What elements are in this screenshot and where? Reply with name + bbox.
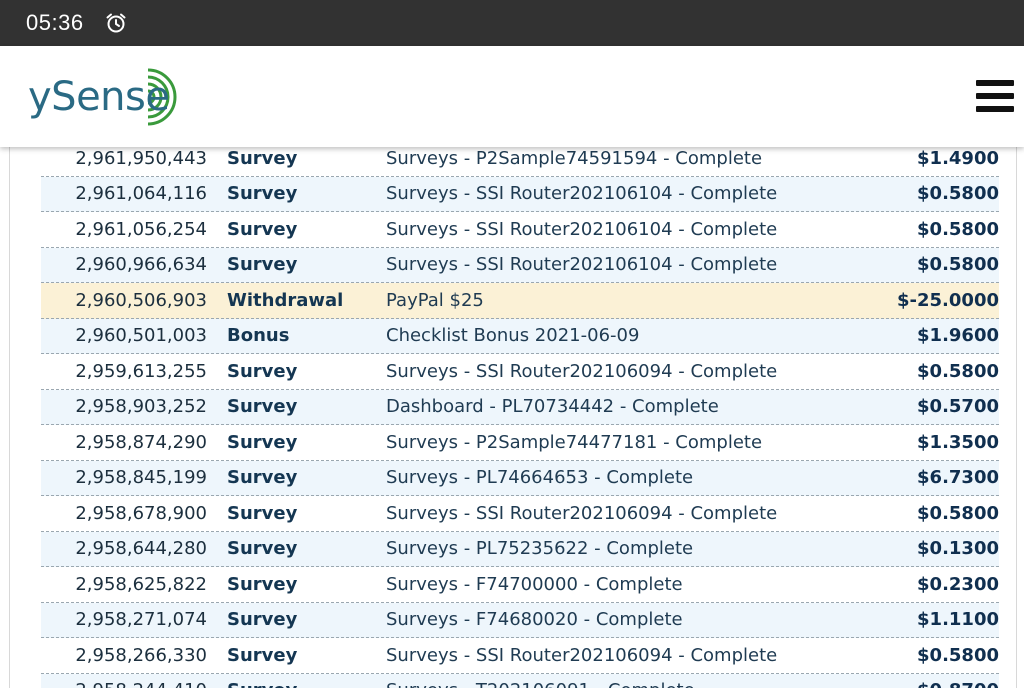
transaction-description: Surveys - F74680020 - Complete [386, 609, 683, 631]
transaction-type: Survey [227, 538, 298, 560]
transaction-type: Survey [227, 609, 298, 631]
transaction-amount: $6.7300 [917, 467, 999, 489]
transaction-amount: $0.5800 [917, 254, 999, 276]
transactions-table: 2,961,950,443 Survey Surveys - P2Sample745… [41, 147, 999, 688]
transaction-id: 2,958,266,330 [75, 644, 207, 666]
transaction-description: Surveys - SSI Router202106094 - Complete [386, 360, 778, 382]
transaction-id: 2,958,678,900 [75, 502, 207, 524]
transaction-type: Survey [227, 573, 298, 595]
table-row: 2,960,966,634 Survey Surveys - SSI Router2… [41, 247, 999, 283]
table-row: 2,958,625,822 Survey Surveys - F74700000 -… [41, 567, 999, 603]
table-row: 2,961,950,443 Survey Surveys - P2Sample745… [41, 147, 999, 177]
transaction-description: Surveys - T202106091 - Complete [386, 680, 839, 688]
transaction-amount: $0.5800 [917, 502, 999, 524]
table-row: 2,960,506,903 Withdrawal PayPal $25 $-25.00… [41, 283, 999, 319]
transaction-id: 2,961,064,116 [75, 183, 207, 205]
transaction-amount: $0.8700 [839, 680, 999, 688]
transaction-amount: $0.5800 [917, 644, 999, 666]
transaction-description: Dashboard - PL70734442 - Complete [386, 396, 719, 418]
transaction-amount: $1.4900 [917, 147, 999, 169]
transaction-type: Survey [227, 644, 298, 666]
transaction-description: Surveys - PL74664653 - Complete [386, 467, 694, 489]
table-row: 2,958,644,280 Survey Surveys - PL75235622 … [41, 531, 999, 567]
transaction-type: Withdrawal [227, 289, 344, 311]
table-row: 2,958,244,410SurveySurveys - T202106091 … [41, 673, 999, 688]
transaction-type: Bonus [227, 325, 290, 347]
transaction-amount: $0.5800 [917, 360, 999, 382]
transaction-amount: $0.5800 [917, 183, 999, 205]
status-time: 05:36 [26, 10, 84, 35]
transactions-panel[interactable]: 2,961,950,443 Survey Surveys - P2Sample745… [9, 147, 1017, 688]
transaction-description: Surveys - SSI Router202106104 - Complete [386, 218, 778, 240]
table-row: 2,958,266,330 Survey Surveys - SSI Router2… [41, 638, 999, 674]
transaction-amount: $0.5700 [917, 396, 999, 418]
transaction-amount: $1.1100 [917, 609, 999, 631]
transaction-description: Surveys - F74700000 - Complete [386, 573, 683, 595]
transaction-type: Survey [227, 467, 298, 489]
transaction-id: 2,961,950,443 [75, 147, 207, 169]
transaction-id: 2,958,874,290 [75, 431, 207, 453]
site-header: ySense [0, 46, 1024, 147]
transaction-type: Survey [227, 396, 298, 418]
transaction-description: Surveys - PL75235622 - Complete [386, 538, 694, 560]
transaction-description: Surveys - SSI Router202106094 - Complete [386, 502, 778, 524]
transaction-id: 2,960,966,634 [75, 254, 207, 276]
transaction-type: Survey [227, 218, 298, 240]
transaction-type: Survey [227, 360, 298, 382]
table-row: 2,961,056,254 Survey Surveys - SSI Router2… [41, 212, 999, 248]
transaction-type: Survey [227, 502, 298, 524]
transaction-id: 2,958,903,252 [75, 396, 207, 418]
table-row: 2,961,064,116 Survey Surveys - SSI Router2… [41, 176, 999, 212]
table-row: 2,958,271,074 Survey Surveys - F74680020 -… [41, 602, 999, 638]
table-row: 2,958,903,252 Survey Dashboard - PL7073444… [41, 389, 999, 425]
transaction-description: PayPal $25 [386, 289, 484, 311]
logo-text: ySense [28, 74, 170, 120]
transaction-description: Surveys - SSI Router202106104 - Complete [386, 183, 778, 205]
transaction-type: Survey [227, 147, 298, 169]
table-row: 2,959,613,255 Survey Surveys - SSI Router2… [41, 354, 999, 390]
transaction-description: Surveys - P2Sample74477181 - Complete [386, 431, 763, 453]
transaction-type: Survey [227, 254, 298, 276]
table-row: 2,958,845,199 Survey Surveys - PL74664653 … [41, 460, 999, 496]
transaction-amount: $-25.0000 [897, 289, 999, 311]
transaction-id: 2,958,845,199 [75, 467, 207, 489]
transaction-description: Surveys - SSI Router202106104 - Complete [386, 254, 778, 276]
transaction-amount: $1.3500 [917, 431, 999, 453]
transaction-id: 2,959,613,255 [75, 360, 207, 382]
hamburger-menu-icon[interactable] [976, 80, 1014, 112]
transaction-description: Surveys - P2Sample74591594 - Complete [386, 147, 763, 169]
transaction-id: 2,960,506,903 [75, 289, 207, 311]
transaction-id: 2,960,501,003 [75, 325, 207, 347]
transaction-description: Checklist Bonus 2021-06-09 [386, 325, 640, 347]
transaction-id: 2,958,644,280 [75, 538, 207, 560]
transaction-amount: $0.2300 [917, 573, 999, 595]
transaction-id: 2,958,625,822 [75, 573, 207, 595]
transaction-description: Surveys - SSI Router202106094 - Complete [386, 644, 778, 666]
status-bar: 05:36 [0, 0, 1024, 46]
transaction-id: 2,958,271,074 [75, 609, 207, 631]
transaction-id: 2,961,056,254 [75, 218, 207, 240]
transaction-type: Survey [227, 183, 298, 205]
transaction-amount: $1.9600 [917, 325, 999, 347]
transaction-amount: $0.5800 [917, 218, 999, 240]
table-row: 2,958,678,900 Survey Surveys - SSI Router2… [41, 496, 999, 532]
transaction-id: 2,958,244,410 [41, 680, 207, 688]
alarm-clock-icon [104, 11, 128, 35]
transaction-amount: $0.1300 [917, 538, 999, 560]
table-row: 2,960,501,003 Bonus Checklist Bonus 2021-0… [41, 318, 999, 354]
transaction-type: Survey [227, 431, 298, 453]
ysense-logo[interactable]: ySense [28, 64, 177, 130]
table-row: 2,958,874,290 Survey Surveys - P2Sample744… [41, 425, 999, 461]
transaction-type: Survey [207, 680, 386, 688]
